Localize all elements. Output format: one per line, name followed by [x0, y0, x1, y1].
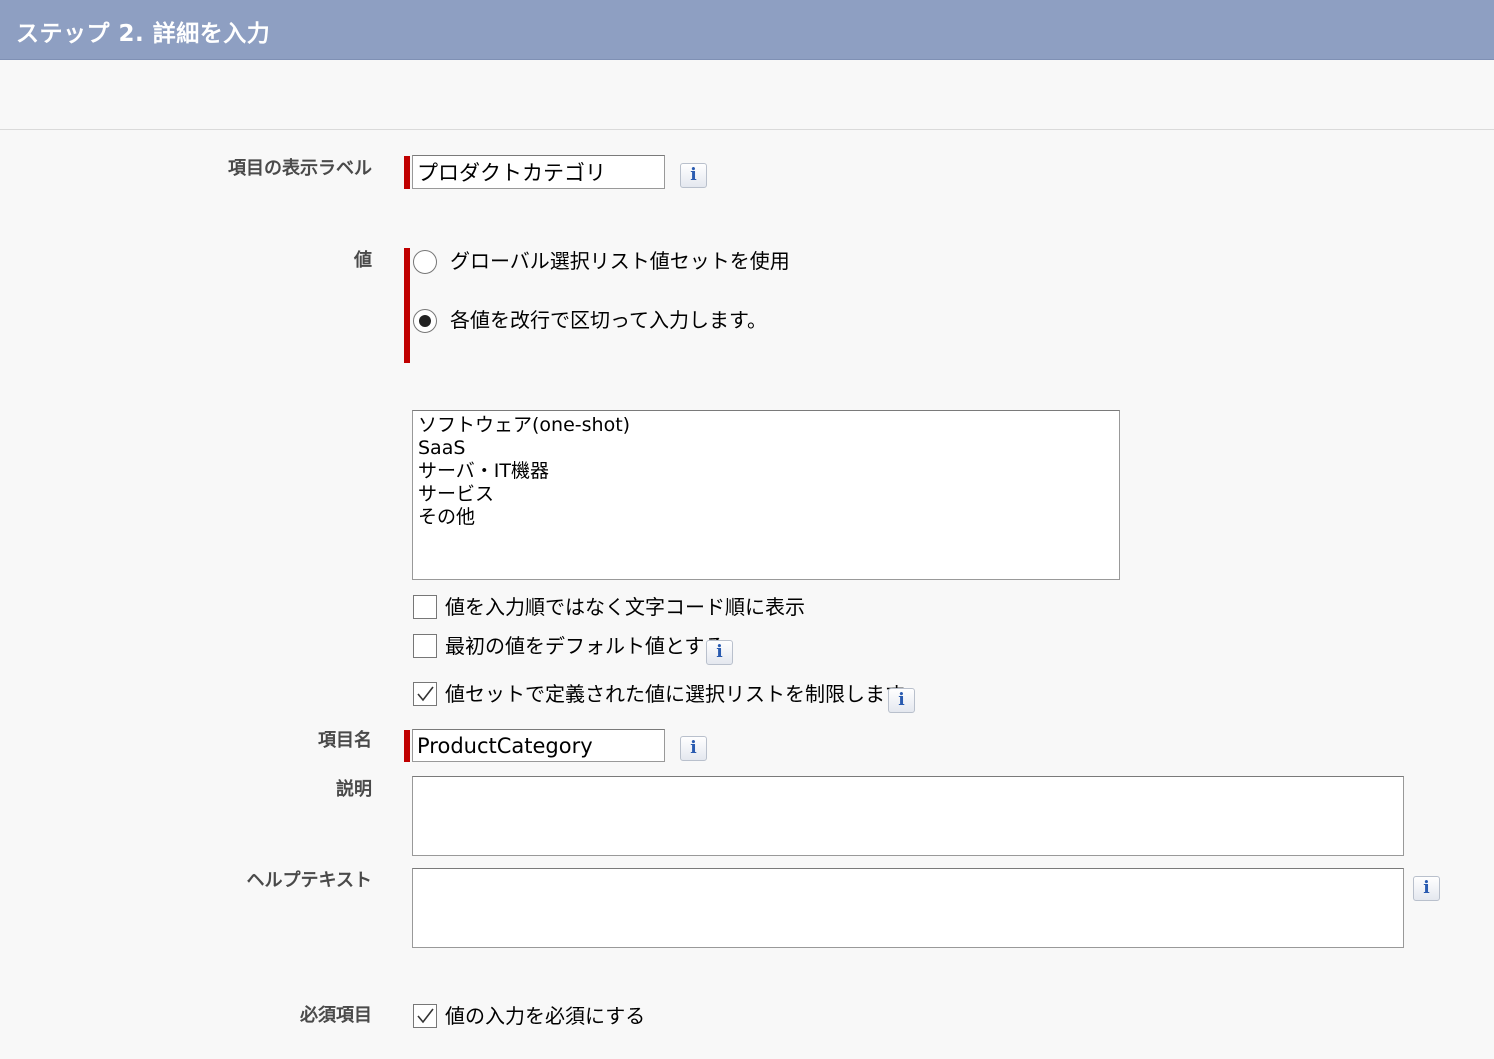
- enter-values-radio[interactable]: [413, 309, 437, 333]
- restrict-picklist-checkbox[interactable]: [413, 682, 437, 706]
- description-textarea[interactable]: [412, 776, 1404, 856]
- radio-selected-dot: [419, 315, 431, 327]
- page-header: ステップ 2. 詳細を入力: [0, 0, 1494, 60]
- default-first-value-checkbox[interactable]: [413, 634, 437, 658]
- enter-values-option-label: 各値を改行で区切って入力します。: [450, 308, 767, 332]
- required-indicator: [404, 156, 410, 189]
- field-label-input[interactable]: [412, 155, 665, 189]
- values-label: 値: [354, 250, 372, 271]
- help-text-textarea[interactable]: [412, 868, 1404, 948]
- global-picklist-option-label: グローバル選択リスト値セットを使用: [450, 249, 790, 273]
- picklist-values-textarea[interactable]: ソフトウェア(one-shot) SaaS サーバ・IT機器 サービス その他: [412, 410, 1120, 580]
- sort-alphabetically-checkbox[interactable]: [413, 595, 437, 619]
- sort-alphabetically-label: 値を入力順ではなく文字コード順に表示: [445, 595, 805, 619]
- checkmark-icon: [417, 686, 434, 702]
- help-text-label: ヘルプテキスト: [246, 870, 372, 891]
- field-label-label: 項目の表示ラベル: [228, 158, 372, 179]
- info-icon[interactable]: i: [888, 688, 915, 713]
- field-name-input[interactable]: [412, 729, 665, 762]
- global-picklist-radio[interactable]: [413, 250, 437, 274]
- info-icon[interactable]: i: [706, 640, 733, 665]
- checkmark-icon: [417, 1008, 434, 1024]
- info-icon[interactable]: i: [1413, 876, 1440, 901]
- info-icon[interactable]: i: [680, 736, 707, 761]
- section-divider: [0, 129, 1494, 130]
- restrict-picklist-label: 値セットで定義された値に選択リストを制限します: [445, 682, 905, 706]
- required-indicator: [404, 730, 410, 762]
- required-indicator: [404, 248, 410, 363]
- step-title: ステップ 2. 詳細を入力: [16, 21, 271, 47]
- required-checkbox-label: 値の入力を必須にする: [445, 1004, 646, 1028]
- info-icon[interactable]: i: [680, 163, 707, 188]
- required-checkbox[interactable]: [413, 1004, 437, 1028]
- default-first-value-label: 最初の値をデフォルト値とする: [445, 634, 725, 658]
- required-label: 必須項目: [300, 1005, 372, 1026]
- description-label: 説明: [336, 779, 372, 800]
- field-name-label: 項目名: [318, 730, 372, 751]
